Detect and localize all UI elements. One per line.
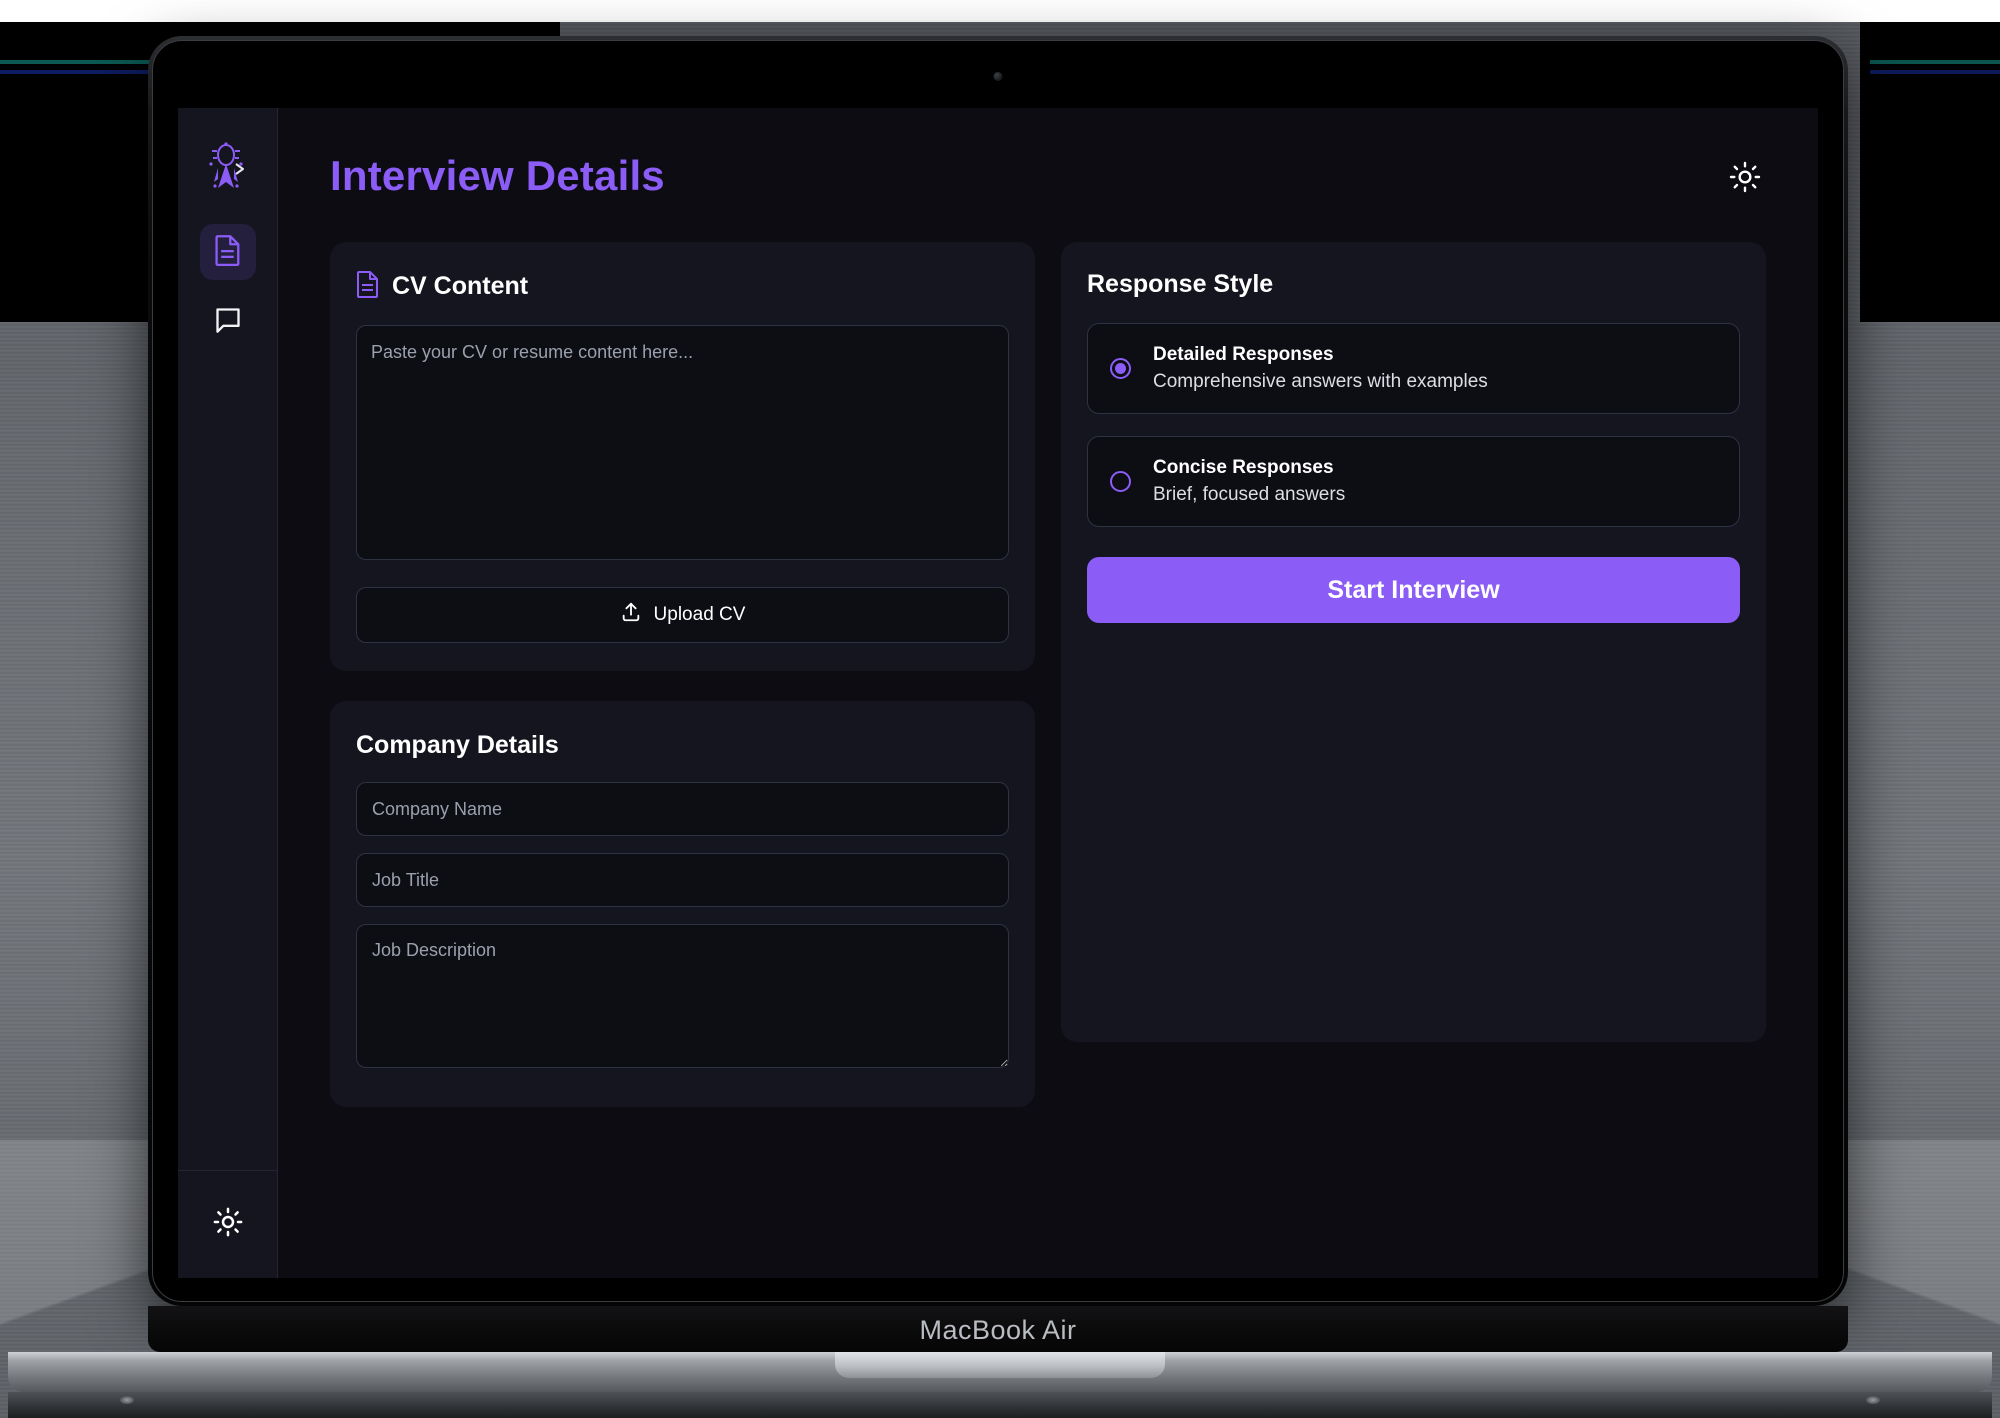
- rocket-sparkle-logo-icon: [201, 140, 255, 194]
- response-style-card: Response Style Detailed Responses Compre…: [1061, 242, 1766, 1042]
- radio-concise[interactable]: [1110, 471, 1131, 492]
- upload-icon: [620, 601, 642, 629]
- sun-icon: [1729, 161, 1761, 198]
- sidebar-item-interview-details[interactable]: [199, 224, 256, 280]
- option-description: Comprehensive answers with examples: [1153, 371, 1488, 392]
- sidebar: [178, 108, 278, 1278]
- response-style-title: Response Style: [1087, 270, 1274, 298]
- device-model-label: MacBook Air: [919, 1315, 1077, 1345]
- radio-detailed[interactable]: [1110, 358, 1131, 379]
- response-option-concise[interactable]: Concise Responses Brief, focused answers: [1087, 436, 1740, 527]
- screenshot-scene: Interview Details CV Content Paste your …: [0, 0, 2000, 1418]
- sun-icon: [213, 1207, 243, 1242]
- start-interview-button[interactable]: Start Interview: [1087, 557, 1740, 623]
- content-topbar: Interview Details: [330, 152, 1766, 200]
- content-grid: CV Content Paste your CV or resume conte…: [330, 242, 1766, 1107]
- laptop-screen: Interview Details CV Content Paste your …: [178, 108, 1818, 1278]
- option-description: Brief, focused answers: [1153, 484, 1346, 505]
- webcam-icon: [993, 72, 1003, 81]
- upload-cv-button[interactable]: Upload CV: [356, 587, 1009, 643]
- upload-cv-label: Upload CV: [653, 604, 746, 625]
- right-column: Response Style Detailed Responses Compre…: [1061, 242, 1766, 1042]
- response-option-detailed[interactable]: Detailed Responses Comprehensive answers…: [1087, 323, 1740, 414]
- laptop-lid: Interview Details CV Content Paste your …: [148, 36, 1848, 1306]
- sidebar-theme-toggle-button[interactable]: [203, 1200, 253, 1250]
- radio-dot: [1115, 363, 1126, 374]
- document-icon: [214, 234, 242, 271]
- cv-card-title: CV Content: [392, 272, 529, 300]
- main-content: Interview Details CV Content Paste your …: [278, 108, 1818, 1278]
- laptop-screw-right: [1866, 1396, 1880, 1404]
- cv-content-card: CV Content Paste your CV or resume conte…: [330, 242, 1035, 671]
- header-theme-toggle-button[interactable]: [1724, 158, 1766, 200]
- option-label: Concise Responses: [1153, 457, 1334, 478]
- response-option-concise-text: Concise Responses Brief, focused answers: [1153, 457, 1345, 506]
- job-description-textarea[interactable]: [356, 924, 1009, 1068]
- chat-bubble-icon: [214, 306, 242, 339]
- laptop-hinge-notch: [835, 1352, 1165, 1378]
- laptop-base-front: [8, 1392, 1992, 1418]
- left-column: CV Content Paste your CV or resume conte…: [330, 242, 1035, 1107]
- laptop-chin: MacBook Air: [148, 1306, 1848, 1352]
- company-details-card: Company Details: [330, 701, 1035, 1107]
- sidebar-nav: [199, 224, 256, 350]
- app-window: Interview Details CV Content Paste your …: [178, 108, 1818, 1278]
- cv-card-header: CV Content: [356, 270, 1009, 303]
- background-teal-line-right: [1870, 60, 2000, 64]
- background-navy-line-right: [1870, 70, 2000, 74]
- cv-content-textarea[interactable]: [356, 325, 1009, 560]
- background-white-strip: [0, 0, 2000, 22]
- page-title: Interview Details: [330, 152, 665, 199]
- company-name-input[interactable]: [356, 782, 1009, 836]
- job-title-input[interactable]: [356, 853, 1009, 907]
- laptop-screw-left: [120, 1396, 134, 1404]
- option-label: Detailed Responses: [1153, 344, 1334, 365]
- sidebar-item-chat[interactable]: [200, 294, 256, 350]
- document-icon: [356, 270, 380, 303]
- laptop-device: Interview Details CV Content Paste your …: [148, 36, 1848, 1306]
- background-dark-panel-right: [1860, 22, 2000, 322]
- sidebar-footer: [178, 1170, 277, 1278]
- company-details-title: Company Details: [356, 731, 559, 759]
- response-option-detailed-text: Detailed Responses Comprehensive answers…: [1153, 344, 1488, 393]
